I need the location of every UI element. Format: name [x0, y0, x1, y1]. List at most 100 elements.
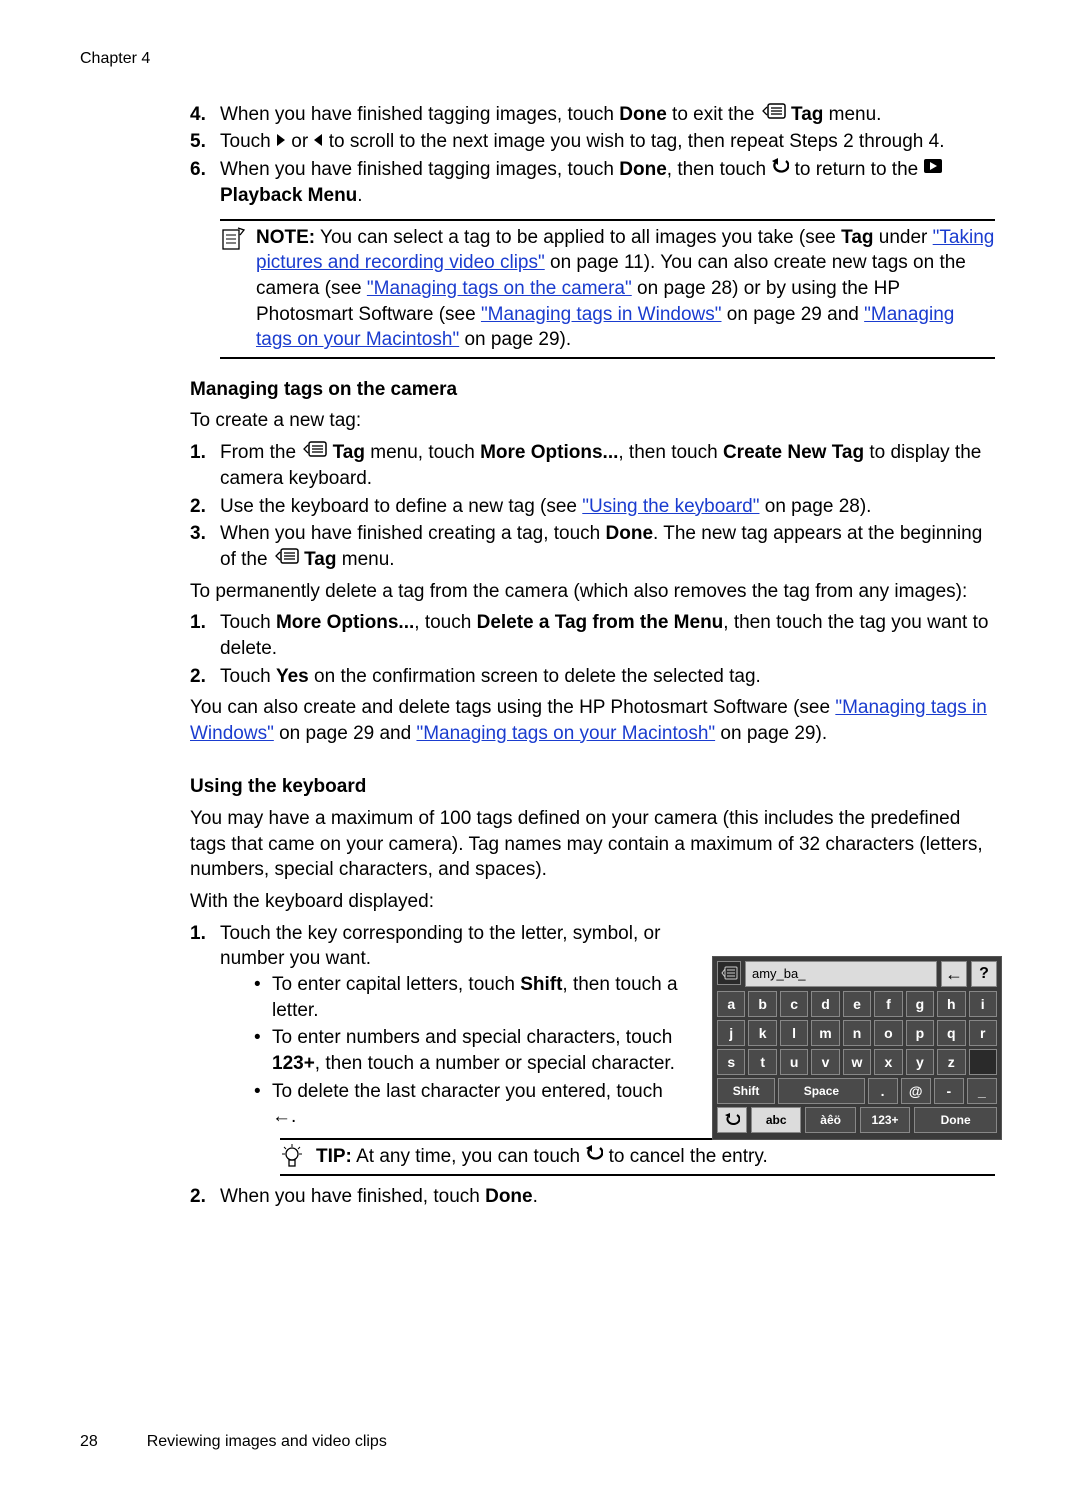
chapter-header: Chapter 4 [80, 48, 1000, 70]
key-period: . [868, 1078, 898, 1104]
key-shift: Shift [717, 1078, 775, 1104]
step-text: Touch [220, 131, 276, 152]
paragraph-delete: To permanently delete a tag from the cam… [190, 579, 995, 605]
step-create-3: 3. When you have finished creating a tag… [190, 521, 995, 572]
playback-menu-label: Playback Menu [220, 185, 357, 206]
step-6: 6. When you have finished tagging images… [190, 157, 995, 208]
link-managing-tags-mac[interactable]: "Managing tags on your Macintosh" [416, 723, 715, 744]
key-underscore: _ [967, 1078, 997, 1104]
help-key: ? [971, 961, 997, 987]
done-label: Done [619, 104, 667, 125]
step-5: 5. Touch or to scroll to the next image … [190, 129, 995, 155]
link-managing-tags-camera[interactable]: "Managing tags on the camera" [367, 278, 632, 299]
bullet-delete: To delete the last character you entered… [250, 1079, 680, 1130]
heading-using-keyboard: Using the keyboard [190, 774, 995, 800]
create-new-tag-label: Create New Tag [723, 442, 864, 463]
bullet-123: To enter numbers and special characters,… [250, 1025, 680, 1076]
back-arrow-icon [771, 156, 789, 182]
key-j: j [717, 1020, 745, 1046]
key-w: w [843, 1049, 871, 1075]
step-text: When you have finished tagging images, t… [220, 159, 619, 180]
page-number: 28 [80, 1433, 98, 1450]
key-d: d [811, 991, 839, 1017]
tag-menu-icon [273, 546, 299, 572]
note-block: NOTE: You can select a tag to be applied… [220, 219, 995, 359]
footer-title: Reviewing images and video clips [147, 1433, 387, 1450]
key-h: h [937, 991, 965, 1017]
keyboard-figure: amy_ba_ ← ? a b c d e f g h i j k l m n [712, 956, 1002, 1140]
key-blank [969, 1049, 997, 1075]
tip-icon [280, 1144, 306, 1170]
key-q: q [937, 1020, 965, 1046]
key-at: @ [901, 1078, 931, 1104]
key-dash: - [934, 1078, 964, 1104]
step-number: 6. [190, 157, 206, 183]
keyboard-bottom-row: abc àêö 123+ Done [717, 1107, 997, 1133]
step-create-1: 1. From the Tag menu, touch More Options… [190, 440, 995, 491]
step-number: 5. [190, 129, 206, 155]
paragraph-also: You can also create and delete tags usin… [190, 695, 995, 746]
back-arrow-icon [585, 1143, 603, 1169]
key-p: p [906, 1020, 934, 1046]
key-a: a [717, 991, 745, 1017]
tag-label: Tag [841, 227, 873, 248]
key-u: u [780, 1049, 808, 1075]
key-b: b [748, 991, 776, 1017]
note-label: NOTE: [256, 227, 315, 248]
keyboard-bullets: To enter capital letters, touch Shift, t… [250, 972, 680, 1130]
key-i: i [969, 991, 997, 1017]
key-f: f [874, 991, 902, 1017]
key-s: s [717, 1049, 745, 1075]
key-back [717, 1107, 747, 1133]
tag-label: Tag [791, 104, 823, 125]
key-m: m [811, 1020, 839, 1046]
key-g: g [906, 991, 934, 1017]
key-v: v [811, 1049, 839, 1075]
step-create-2: 2. Use the keyboard to define a new tag … [190, 494, 995, 520]
key-accents: àêö [805, 1107, 855, 1133]
step-number: 4. [190, 102, 206, 128]
keyboard-row-3: s t u v w x y z [717, 1049, 997, 1075]
key-n: n [843, 1020, 871, 1046]
step-text: Touch the key corresponding to the lette… [220, 923, 660, 970]
steps-top: 4. When you have finished tagging images… [190, 102, 995, 209]
key-x: x [874, 1049, 902, 1075]
key-k: k [748, 1020, 776, 1046]
keyboard-input: amy_ba_ [745, 961, 937, 987]
step-4: 4. When you have finished tagging images… [190, 102, 995, 128]
backspace-key: ← [941, 961, 967, 987]
keyboard-row-2: j k l m n o p q r [717, 1020, 997, 1046]
tag-menu-icon [717, 961, 741, 985]
tag-menu-icon [760, 101, 786, 127]
step-delete-2: 2. Touch Yes on the confirmation screen … [190, 664, 995, 690]
arrow-right-icon [276, 129, 286, 155]
paragraph-keyboard-intro: You may have a maximum of 100 tags defin… [190, 806, 995, 883]
step-delete-1: 1. Touch More Options..., touch Delete a… [190, 610, 995, 661]
link-using-keyboard[interactable]: "Using the keyboard" [582, 496, 759, 517]
key-123: 123+ [860, 1107, 910, 1133]
key-o: o [874, 1020, 902, 1046]
heading-managing-tags: Managing tags on the camera [190, 377, 995, 403]
key-c: c [780, 991, 808, 1017]
key-r: r [969, 1020, 997, 1046]
key-done: Done [914, 1107, 997, 1133]
key-l: l [780, 1020, 808, 1046]
create-tag-steps: 1. From the Tag menu, touch More Options… [190, 440, 995, 573]
key-e: e [843, 991, 871, 1017]
page-footer: 28 Reviewing images and video clips [80, 1431, 387, 1453]
key-space: Space [778, 1078, 864, 1104]
tip-label: TIP: [316, 1146, 352, 1167]
bullet-shift: To enter capital letters, touch Shift, t… [250, 972, 680, 1023]
tip-block: TIP: At any time, you can touch to cance… [280, 1138, 995, 1176]
link-managing-tags-windows[interactable]: "Managing tags in Windows" [481, 304, 722, 325]
playback-icon [923, 156, 943, 182]
key-z: z [937, 1049, 965, 1075]
step-text: When you have finished tagging images, t… [220, 104, 619, 125]
more-options-label: More Options... [480, 442, 618, 463]
tag-menu-icon [301, 439, 327, 465]
key-t: t [748, 1049, 776, 1075]
arrow-left-icon [313, 129, 323, 155]
paragraph-keyboard-displayed: With the keyboard displayed: [190, 889, 995, 915]
step-kbd-2: 2. When you have finished, touch Done. [190, 1184, 995, 1210]
done-label: Done [619, 159, 667, 180]
